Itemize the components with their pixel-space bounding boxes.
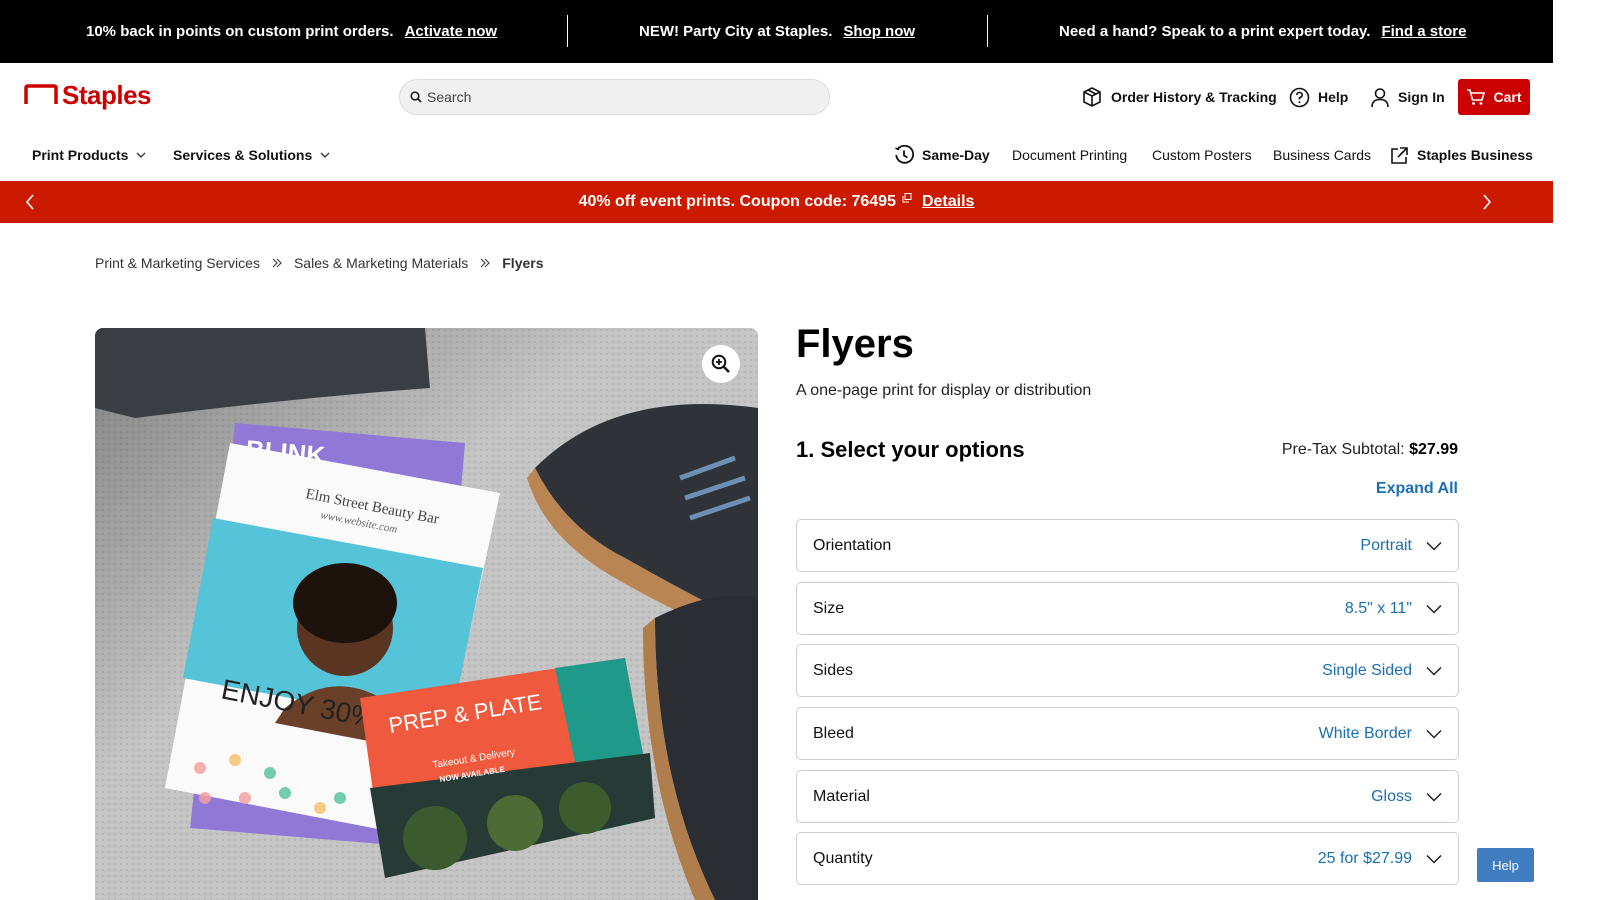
- expand-all-link[interactable]: Expand All: [1376, 480, 1458, 498]
- option-label: Orientation: [813, 536, 892, 554]
- pre-tax-subtotal: Pre-Tax Subtotal: $27.99: [1282, 441, 1458, 459]
- zoom-button[interactable]: [702, 345, 740, 383]
- order-history-link[interactable]: Order History & Tracking: [1081, 85, 1277, 109]
- nav-document-printing-label: Document Printing: [1012, 147, 1128, 163]
- option-value: Portrait: [1360, 536, 1412, 554]
- sign-in-label: Sign In: [1398, 89, 1445, 105]
- staples-logo[interactable]: Staples: [24, 79, 152, 110]
- option-value: 8.5" x 11": [1344, 599, 1412, 617]
- search-bar[interactable]: [399, 79, 830, 115]
- package-icon: [1083, 87, 1101, 107]
- nav-staples-business-label: Staples Business: [1417, 147, 1533, 163]
- cart-button[interactable]: Cart: [1458, 79, 1530, 115]
- option-label: Bleed: [813, 724, 854, 742]
- chevron-down-icon: [1426, 666, 1442, 676]
- help-chat-button[interactable]: Help: [1477, 848, 1534, 882]
- option-orientation[interactable]: Orientation Portrait: [796, 519, 1459, 572]
- nav-custom-posters[interactable]: Custom Posters: [1152, 144, 1252, 166]
- breadcrumb-current: Flyers: [502, 255, 544, 271]
- option-material[interactable]: Material Gloss: [796, 770, 1459, 823]
- subtotal-value: $27.99: [1409, 441, 1458, 458]
- promo-points-text: 10% back in points on custom print order…: [86, 23, 394, 40]
- user-icon: [1371, 87, 1389, 107]
- nav-staples-business[interactable]: Staples Business: [1390, 144, 1533, 166]
- logo-text: Staples: [62, 79, 152, 110]
- promo-divider: [987, 15, 988, 47]
- double-chevron-right-icon: [272, 258, 282, 268]
- option-quantity[interactable]: Quantity 25 for $27.99: [796, 832, 1459, 885]
- nav-same-day-label: Same-Day: [922, 147, 990, 163]
- double-chevron-right-icon: [480, 258, 491, 268]
- nav-services-solutions[interactable]: Services & Solutions: [173, 144, 330, 166]
- top-promo-bar: 10% back in points on custom print order…: [0, 0, 1553, 63]
- chevron-down-icon: [1426, 604, 1442, 614]
- cart-icon: [1467, 89, 1486, 105]
- breadcrumb-print-marketing[interactable]: Print & Marketing Services: [95, 255, 260, 271]
- coupon-banner: 40% off event prints. Coupon code: 76495…: [0, 181, 1553, 223]
- promo-divider: [567, 15, 568, 47]
- nav-business-cards[interactable]: Business Cards: [1273, 144, 1371, 166]
- breadcrumb-sales-marketing[interactable]: Sales & Marketing Materials: [294, 255, 468, 271]
- chevron-down-icon: [1426, 854, 1442, 864]
- nav-print-products[interactable]: Print Products: [32, 144, 146, 166]
- staples-logo-icon: [24, 84, 58, 104]
- product-title: Flyers: [796, 322, 914, 366]
- promo-expert-text: Need a hand? Speak to a print expert tod…: [1059, 23, 1371, 40]
- promo-party-city-text: NEW! Party City at Staples.: [639, 23, 833, 40]
- option-label: Sides: [813, 661, 854, 679]
- clock-icon: [895, 145, 914, 164]
- cart-label: Cart: [1493, 89, 1522, 105]
- search-icon: [410, 91, 422, 103]
- option-label: Material: [813, 787, 870, 805]
- nav-document-printing[interactable]: Document Printing: [1012, 144, 1127, 166]
- promo-party-city: NEW! Party City at Staples. Shop now: [639, 0, 915, 63]
- activate-now-link[interactable]: Activate now: [405, 23, 498, 40]
- promo-expert: Need a hand? Speak to a print expert tod…: [1059, 0, 1466, 63]
- help-icon: [1289, 87, 1310, 107]
- option-value: 25 for $27.99: [1317, 849, 1412, 867]
- nav-print-products-label: Print Products: [32, 147, 129, 163]
- option-label: Size: [813, 599, 845, 617]
- help-label: Help: [1318, 89, 1349, 105]
- option-size[interactable]: Size 8.5" x 11": [796, 582, 1459, 635]
- search-input[interactable]: [427, 89, 807, 105]
- product-image[interactable]: BLINK Elm Street Beauty Bar www.website.…: [95, 328, 758, 900]
- option-sides[interactable]: Sides Single Sided: [796, 644, 1459, 697]
- breadcrumb: Print & Marketing Services Sales & Marke…: [95, 254, 544, 272]
- coupon-details-link[interactable]: Details: [922, 193, 974, 211]
- option-value: Single Sided: [1322, 661, 1412, 679]
- copy-icon[interactable]: [902, 193, 912, 203]
- nav-same-day[interactable]: Same-Day: [894, 144, 990, 166]
- option-label: Quantity: [813, 849, 873, 867]
- select-options-heading: 1. Select your options: [796, 437, 1025, 462]
- help-link[interactable]: Help: [1289, 85, 1348, 109]
- option-value: White Border: [1318, 724, 1412, 742]
- option-value: Gloss: [1371, 787, 1412, 805]
- nav-services-label: Services & Solutions: [173, 147, 313, 163]
- nav-business-cards-label: Business Cards: [1273, 147, 1372, 163]
- product-subtitle: A one-page print for display or distribu…: [796, 382, 1092, 399]
- coupon-text: 40% off event prints. Coupon code: 76495: [578, 193, 896, 210]
- option-bleed[interactable]: Bleed White Border: [796, 707, 1459, 760]
- shop-now-link[interactable]: Shop now: [843, 23, 915, 40]
- chevron-down-icon: [320, 152, 330, 158]
- nav-custom-posters-label: Custom Posters: [1152, 147, 1252, 163]
- promo-points: 10% back in points on custom print order…: [86, 0, 497, 63]
- chevron-down-icon: [1426, 729, 1442, 739]
- chevron-down-icon: [137, 152, 146, 158]
- find-store-link[interactable]: Find a store: [1381, 23, 1466, 40]
- subtotal-label: Pre-Tax Subtotal:: [1281, 441, 1405, 458]
- order-history-label: Order History & Tracking: [1111, 89, 1277, 105]
- chevron-right-icon[interactable]: [1481, 193, 1493, 211]
- zoom-in-icon: [711, 354, 730, 373]
- external-link-icon: [1391, 146, 1408, 164]
- chevron-left-icon[interactable]: [24, 193, 36, 211]
- chevron-down-icon: [1426, 792, 1442, 802]
- flyers-photo: BLINK Elm Street Beauty Bar www.website.…: [95, 328, 758, 900]
- chevron-down-icon: [1426, 541, 1442, 551]
- sign-in-link[interactable]: Sign In: [1370, 85, 1445, 109]
